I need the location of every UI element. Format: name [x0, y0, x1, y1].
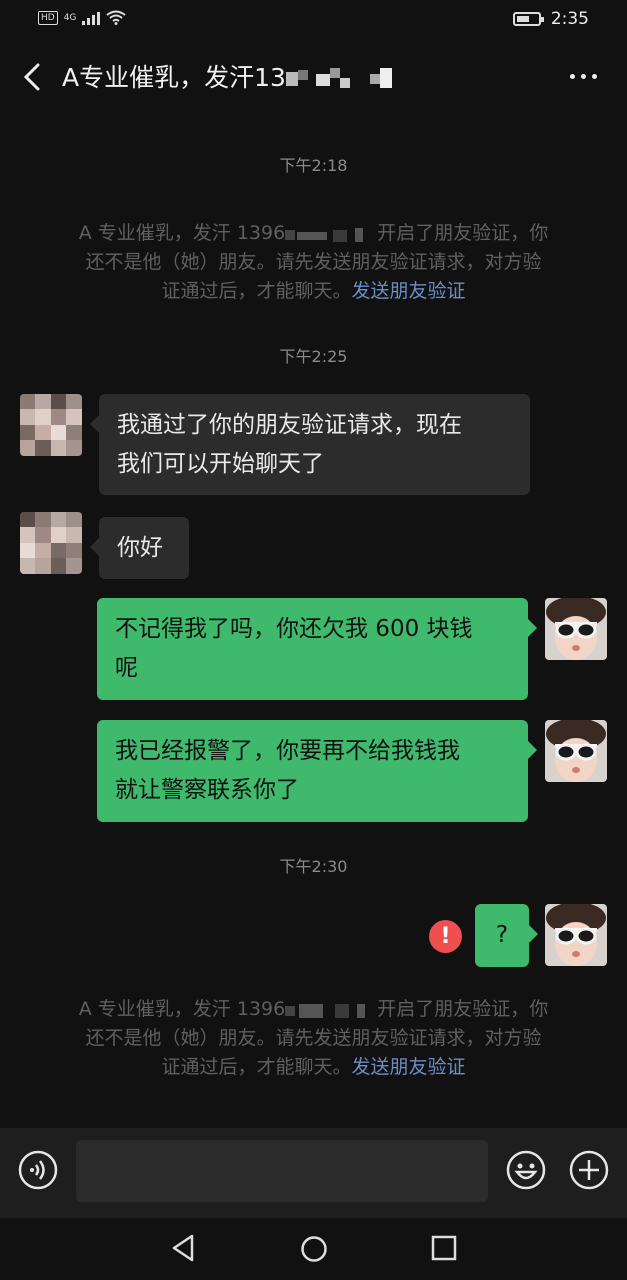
- message-text: 我通过了你的朋友验证请求，现在: [117, 412, 462, 438]
- message-input[interactable]: [76, 1140, 488, 1202]
- sys-text-1: A 专业催乳，发汗 1396: [78, 998, 286, 1020]
- nav-back-icon[interactable]: [170, 1234, 196, 1262]
- message-text: 我们可以开始聊天了: [117, 451, 324, 477]
- message-text: 你好: [117, 535, 163, 561]
- outgoing-message[interactable]: ?: [475, 904, 538, 967]
- timestamp: 下午2:25: [279, 347, 348, 366]
- system-nav-bar: [0, 1218, 627, 1280]
- outgoing-message[interactable]: 我已经报警了，你要再不给我钱我 就让警察联系你了: [97, 720, 537, 822]
- send-verification-link[interactable]: 发送朋友验证: [352, 280, 466, 302]
- plus-icon[interactable]: [569, 1150, 609, 1190]
- message-text: 呢: [115, 655, 138, 681]
- incoming-message[interactable]: 你好: [90, 517, 189, 579]
- message-text: 我已经报警了，你要再不给我钱我: [115, 738, 460, 764]
- sys-text-2: 开启了朋友验证，你: [377, 998, 549, 1020]
- redaction-mosaic: [285, 227, 364, 242]
- nav-home-icon[interactable]: [300, 1235, 328, 1263]
- timestamp: 下午2:30: [279, 857, 348, 876]
- message-text: 就让警察联系你了: [115, 777, 299, 803]
- status-bar: HD 4G 2:35: [0, 0, 627, 40]
- wifi-icon: [106, 10, 127, 25]
- redaction-mosaic: [285, 68, 392, 88]
- sys-text-4: 证通过后，才能聊天。: [161, 280, 352, 302]
- message-text: ?: [495, 922, 509, 948]
- contact-avatar[interactable]: [20, 394, 82, 456]
- my-avatar[interactable]: [545, 904, 607, 966]
- chat-title-text: A专业催乳，发汗13: [62, 63, 286, 92]
- voice-icon[interactable]: [18, 1150, 58, 1190]
- input-bar: [0, 1128, 627, 1218]
- system-notice: A 专业催乳，发汗 1396 开启了朋友验证，你 还不是他（她）朋友。请先发送朋友…: [45, 995, 582, 1082]
- network-type: 4G: [63, 12, 77, 23]
- my-avatar[interactable]: [545, 720, 607, 782]
- send-verification-link[interactable]: 发送朋友验证: [352, 1056, 466, 1078]
- clock: 2:35: [550, 9, 589, 29]
- message-text: 不记得我了吗，你还欠我 600 块钱: [115, 616, 473, 642]
- sys-text-2: 开启了朋友验证，你: [377, 222, 549, 244]
- sys-text-3: 还不是他（她）朋友。请先发送朋友验证请求，对方验: [85, 251, 542, 273]
- redaction-mosaic: [285, 1003, 366, 1018]
- emoji-icon[interactable]: [506, 1150, 546, 1190]
- sys-text-1: A 专业催乳，发汗 1396: [78, 222, 286, 244]
- contact-avatar[interactable]: [20, 512, 82, 574]
- chat-title: A专业催乳，发汗13: [62, 58, 406, 94]
- timestamp: 下午2:18: [279, 156, 348, 175]
- back-arrow-icon[interactable]: [20, 62, 46, 92]
- send-failed-icon[interactable]: !: [429, 920, 462, 953]
- sys-text-3: 还不是他（她）朋友。请先发送朋友验证请求，对方验: [85, 1027, 542, 1049]
- battery-icon: [512, 12, 544, 26]
- signal-icon: [82, 11, 101, 25]
- hd-badge: HD: [38, 10, 58, 25]
- sys-text-4: 证通过后，才能聊天。: [161, 1056, 352, 1078]
- incoming-message[interactable]: 我通过了你的朋友验证请求，现在 我们可以开始聊天了: [90, 394, 530, 495]
- system-notice: A 专业催乳，发汗 1396 开启了朋友验证，你 还不是他（她）朋友。请先发送朋友…: [45, 219, 582, 306]
- outgoing-message[interactable]: 不记得我了吗，你还欠我 600 块钱 呢: [97, 598, 537, 700]
- more-dots-icon[interactable]: [570, 74, 597, 79]
- chat-header: A专业催乳，发汗13: [0, 40, 627, 112]
- my-avatar[interactable]: [545, 598, 607, 660]
- nav-recents-icon[interactable]: [431, 1235, 457, 1261]
